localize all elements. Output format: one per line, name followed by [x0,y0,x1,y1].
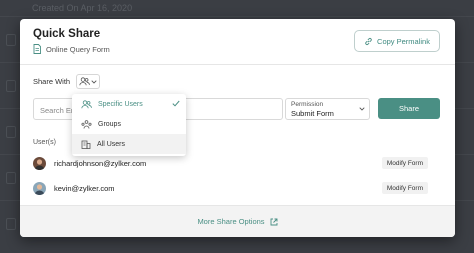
user-row: richardjohnson@zylker.com Modify Form [33,155,428,171]
permission-value: Submit Form [291,109,334,118]
background-created-on-text: Created On Apr 16, 2020 [32,3,133,13]
modify-form-button[interactable]: Modify Form [381,157,428,169]
modify-form-button[interactable]: Modify Form [381,182,428,194]
chevron-down-icon [359,107,365,111]
copy-permalink-button[interactable]: Copy Permalink [354,30,440,52]
form-name: Online Query Form [46,44,110,54]
dropdown-item-groups[interactable]: Groups [72,114,186,134]
background-file-icon [6,126,16,138]
chevron-down-icon [91,79,97,84]
checkmark-icon [172,100,180,107]
user-row: kevin@zylker.com Modify Form [33,180,428,196]
share-with-label: Share With [33,77,71,86]
avatar [33,181,46,195]
external-link-icon[interactable] [270,218,278,226]
users-icon [81,99,92,108]
modal-footer: More Share Options [20,205,455,237]
share-with-dropdown-menu: Specific Users Groups All Users [72,94,186,156]
form-icon [33,44,41,54]
dropdown-item-specific-users[interactable]: Specific Users [72,94,186,114]
dropdown-item-label: All Users [97,140,126,148]
copy-permalink-label: Copy Permalink [377,36,430,46]
background-file-icon [6,218,16,230]
background-divider [0,16,474,17]
share-with-dropdown-button[interactable] [76,74,100,89]
modal-title: Quick Share [33,28,101,40]
header-divider [20,64,455,65]
dropdown-item-all-users[interactable]: All Users [72,134,186,154]
users-icon [79,77,90,86]
users-section-label: User(s) [33,139,56,146]
permission-select[interactable]: Permission Submit Form [285,98,370,120]
groups-icon [81,119,92,129]
avatar [33,156,46,170]
dropdown-item-label: Specific Users [98,100,143,108]
dropdown-item-label: Groups [98,120,121,128]
user-email: kevin@zylker.com [54,183,115,193]
link-icon [365,37,372,45]
share-button[interactable]: Share [378,98,440,119]
background-file-icon [6,80,16,92]
permission-label: Permission [291,101,324,108]
background-file-icon [6,172,16,184]
building-icon [81,140,91,149]
more-share-options-link[interactable]: More Share Options [197,217,264,226]
background-file-icon [6,34,16,46]
user-email: richardjohnson@zylker.com [54,158,147,168]
form-info: Online Query Form [33,44,110,54]
